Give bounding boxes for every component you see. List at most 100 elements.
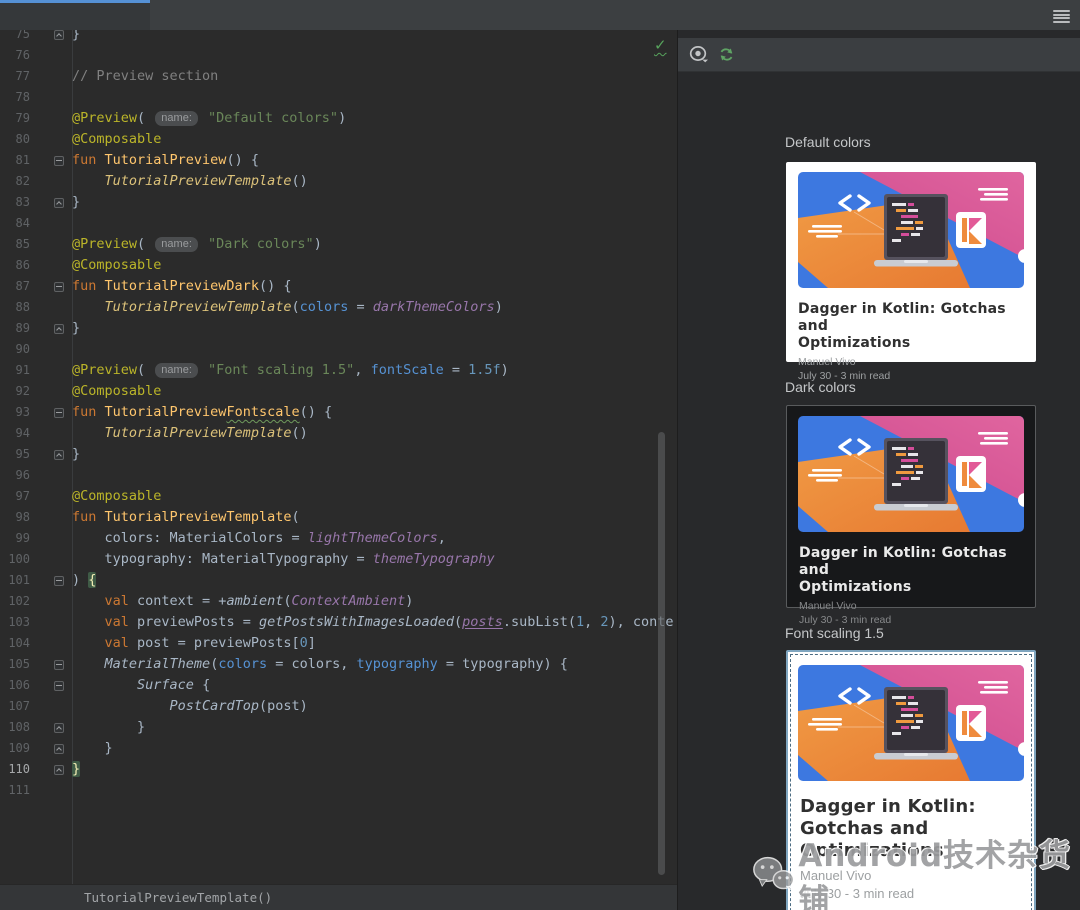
code-line-75[interactable]: 75} — [0, 30, 677, 45]
line-number[interactable]: 83 — [0, 192, 30, 213]
line-number[interactable]: 81 — [0, 150, 30, 171]
fold-end-icon[interactable] — [54, 30, 64, 40]
line-number[interactable]: 101 — [0, 570, 30, 591]
line-number[interactable]: 98 — [0, 507, 30, 528]
inspections-ok-check-icon[interactable]: ✓ — [654, 36, 667, 54]
line-number[interactable]: 93 — [0, 402, 30, 423]
code-line-86[interactable]: 86 @Composable — [0, 255, 677, 276]
code-text: val post = previewPosts[0] — [104, 635, 316, 651]
code-line-99[interactable]: 99 colors: MaterialColors = lightThemeCo… — [0, 528, 677, 549]
line-number[interactable]: 94 — [0, 423, 30, 444]
editor-vertical-scrollbar[interactable] — [658, 432, 665, 875]
code-line-110[interactable]: 110} — [0, 759, 677, 780]
active-editor-tab[interactable] — [0, 0, 150, 30]
code-line-79[interactable]: 79 @Preview( name: "Default colors") — [0, 108, 677, 129]
eye-icon[interactable] — [689, 46, 710, 68]
line-number[interactable]: 82 — [0, 171, 30, 192]
code-line-94[interactable]: 94 TutorialPreviewTemplate() — [0, 423, 677, 444]
fold-collapse-icon[interactable] — [54, 408, 64, 418]
code-line-78[interactable]: 78 — [0, 87, 677, 108]
code-line-95[interactable]: 95} — [0, 444, 677, 465]
line-number[interactable]: 78 — [0, 87, 30, 108]
line-number[interactable]: 106 — [0, 675, 30, 696]
code-line-76[interactable]: 76 — [0, 45, 677, 66]
line-number[interactable]: 92 — [0, 381, 30, 402]
line-number[interactable]: 105 — [0, 654, 30, 675]
fold-end-icon[interactable] — [54, 450, 64, 460]
line-number[interactable]: 91 — [0, 360, 30, 381]
fold-end-icon[interactable] — [54, 198, 64, 208]
code-line-107[interactable]: 107 PostCardTop(post) — [0, 696, 677, 717]
code-line-92[interactable]: 92 @Composable — [0, 381, 677, 402]
line-number[interactable]: 111 — [0, 780, 30, 801]
code-line-87[interactable]: 87 fun TutorialPreviewDark() { — [0, 276, 677, 297]
line-number[interactable]: 110 — [0, 759, 30, 780]
fold-end-icon[interactable] — [54, 744, 64, 754]
line-number[interactable]: 107 — [0, 696, 30, 717]
code-line-102[interactable]: 102 val context = +ambient(ContextAmbien… — [0, 591, 677, 612]
fold-collapse-icon[interactable] — [54, 576, 64, 586]
line-number[interactable]: 96 — [0, 465, 30, 486]
code-line-82[interactable]: 82 TutorialPreviewTemplate() — [0, 171, 677, 192]
code-line-90[interactable]: 90 — [0, 339, 677, 360]
line-number[interactable]: 88 — [0, 297, 30, 318]
line-number[interactable]: 80 — [0, 129, 30, 150]
code-line-83[interactable]: 83} — [0, 192, 677, 213]
line-number[interactable]: 85 — [0, 234, 30, 255]
code-line-80[interactable]: 80 @Composable — [0, 129, 677, 150]
line-number[interactable]: 90 — [0, 339, 30, 360]
line-number[interactable]: 76 — [0, 45, 30, 66]
line-number[interactable]: 86 — [0, 255, 30, 276]
line-number[interactable]: 100 — [0, 549, 30, 570]
code-line-81[interactable]: 81 fun TutorialPreview() { — [0, 150, 677, 171]
hamburger-menu-icon[interactable] — [1053, 10, 1070, 23]
line-number[interactable]: 97 — [0, 486, 30, 507]
code-line-104[interactable]: 104 val post = previewPosts[0] — [0, 633, 677, 654]
code-line-84[interactable]: 84 — [0, 213, 677, 234]
line-number[interactable]: 104 — [0, 633, 30, 654]
code-line-91[interactable]: 91 @Preview( name: "Font scaling 1.5", fo… — [0, 360, 677, 381]
code-line-88[interactable]: 88 TutorialPreviewTemplate(colors = dark… — [0, 297, 677, 318]
line-number[interactable]: 99 — [0, 528, 30, 549]
fold-collapse-icon[interactable] — [54, 660, 64, 670]
code-line-85[interactable]: 85 @Preview( name: "Dark colors") — [0, 234, 677, 255]
line-number[interactable]: 89 — [0, 318, 30, 339]
code-line-98[interactable]: 98 fun TutorialPreviewTemplate( — [0, 507, 677, 528]
fold-collapse-icon[interactable] — [54, 282, 64, 292]
line-number[interactable]: 109 — [0, 738, 30, 759]
fold-end-icon[interactable] — [54, 723, 64, 733]
preview-card-default-colors[interactable]: Dagger in Kotlin: Gotchas and Optimizati… — [786, 162, 1036, 382]
post-hero-illustration — [798, 665, 1024, 781]
code-line-89[interactable]: 89} — [0, 318, 677, 339]
code-line-103[interactable]: 103 val previewPosts = getPostsWithImage… — [0, 612, 677, 633]
refresh-icon[interactable] — [718, 46, 735, 68]
code-line-97[interactable]: 97 @Composable — [0, 486, 677, 507]
code-line-96[interactable]: 96 — [0, 465, 677, 486]
code-editor[interactable]: 75} 76 77// Preview section 78 79 @Preview( n… — [0, 30, 677, 884]
line-number[interactable]: 79 — [0, 108, 30, 129]
fold-collapse-icon[interactable] — [54, 681, 64, 691]
code-line-105[interactable]: 105 MaterialTheme(colors = colors, typog… — [0, 654, 677, 675]
code-line-100[interactable]: 100 typography: MaterialTypography = the… — [0, 549, 677, 570]
breadcrumb[interactable]: TutorialPreviewTemplate() — [84, 885, 272, 910]
fold-end-icon[interactable] — [54, 324, 64, 334]
line-number[interactable]: 87 — [0, 276, 30, 297]
code-line-77[interactable]: 77 // Preview section — [0, 66, 677, 87]
line-number[interactable]: 108 — [0, 717, 30, 738]
line-number[interactable]: 103 — [0, 612, 30, 633]
code-line-108[interactable]: 108 } — [0, 717, 677, 738]
preview-card-dark-colors[interactable]: Dagger in Kotlin: Gotchas and Optimizati… — [786, 405, 1036, 626]
fold-end-icon[interactable] — [54, 765, 64, 775]
code-text: val context = +ambient(ContextAmbient) — [104, 593, 414, 609]
code-line-109[interactable]: 109 } — [0, 738, 677, 759]
code-line-106[interactable]: 106 Surface { — [0, 675, 677, 696]
line-number[interactable]: 77 — [0, 66, 30, 87]
line-number[interactable]: 95 — [0, 444, 30, 465]
line-number[interactable]: 84 — [0, 213, 30, 234]
line-number[interactable]: 75 — [0, 30, 30, 45]
code-line-93[interactable]: 93 fun TutorialPreviewFontscale() { — [0, 402, 677, 423]
fold-collapse-icon[interactable] — [54, 156, 64, 166]
code-line-111[interactable]: 111 — [0, 780, 677, 801]
code-line-101[interactable]: 101) { — [0, 570, 677, 591]
line-number[interactable]: 102 — [0, 591, 30, 612]
